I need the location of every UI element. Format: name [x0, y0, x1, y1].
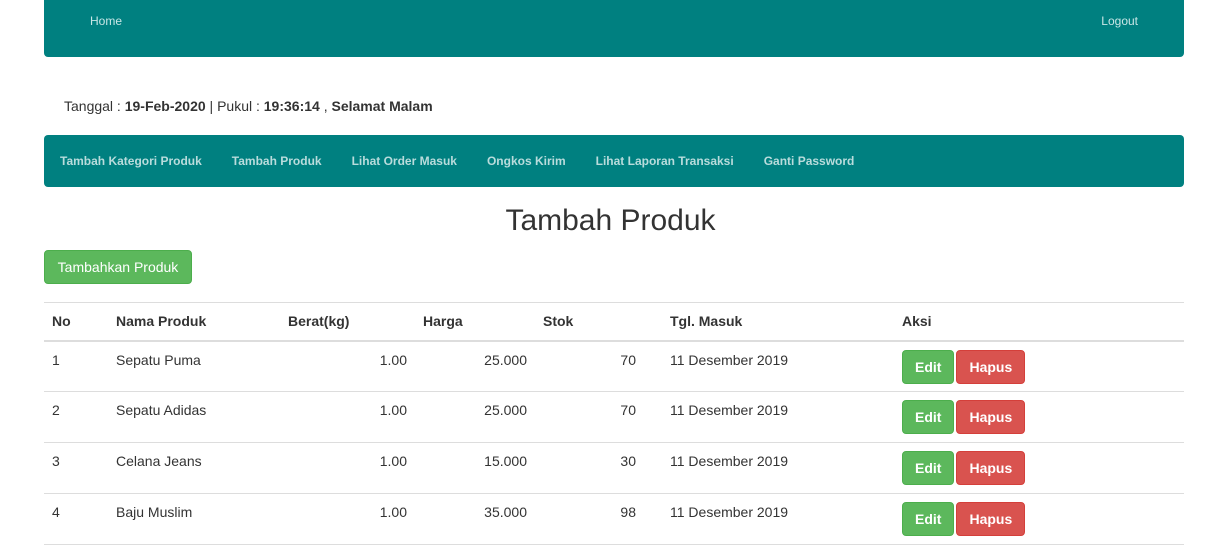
delete-button[interactable]: Hapus [956, 502, 1026, 536]
cell-berat: 1.00 [280, 391, 415, 443]
cell-tgl-masuk: 11 Desember 2019 [644, 442, 894, 494]
cell-stok: 70 [535, 391, 644, 443]
cell-aksi: Edit Hapus [894, 493, 1184, 545]
datetime-info: Tanggal : 19-Feb-2020 | Pukul : 19:36:14… [64, 98, 433, 114]
top-navbar: Home Logout [44, 0, 1184, 57]
edit-button[interactable]: Edit [902, 502, 955, 536]
table-header-row: No Nama Produk Berat(kg) Harga Stok Tgl.… [44, 302, 1184, 342]
greeting-separator: , [319, 98, 332, 114]
nav-tambah-kategori-produk[interactable]: Tambah Kategori Produk [60, 154, 202, 168]
cell-harga: 25.000 [415, 340, 535, 392]
add-product-button[interactable]: Tambahkan Produk [44, 250, 192, 284]
cell-berat: 1.00 [280, 493, 415, 545]
table-row: 4 Baju Muslim 1.00 35.000 98 11 Desember… [44, 493, 1184, 545]
cell-harga: 25.000 [415, 391, 535, 443]
cell-tgl-masuk: 11 Desember 2019 [644, 493, 894, 545]
header-harga: Harga [415, 302, 535, 342]
cell-no: 4 [44, 493, 108, 545]
home-link[interactable]: Home [90, 14, 122, 28]
edit-button[interactable]: Edit [902, 349, 955, 384]
nav-ongkos-kirim[interactable]: Ongkos Kirim [487, 154, 566, 168]
cell-harga: 15.000 [415, 442, 535, 494]
edit-button[interactable]: Edit [902, 451, 955, 485]
cell-tgl-masuk: 11 Desember 2019 [644, 391, 894, 443]
cell-stok: 98 [535, 493, 644, 545]
admin-menu: Tambah Kategori Produk Tambah Produk Lih… [44, 135, 1184, 187]
current-time: 19:36:14 [263, 98, 320, 114]
cell-nama-produk: Sepatu Adidas [108, 391, 280, 443]
cell-no: 1 [44, 340, 108, 392]
cell-nama-produk: Sepatu Puma [108, 340, 280, 392]
cell-nama-produk: Celana Jeans [108, 442, 280, 494]
nav-lihat-order-masuk[interactable]: Lihat Order Masuk [352, 154, 457, 168]
cell-no: 3 [44, 442, 108, 494]
page-title: Tambah Produk [505, 204, 716, 237]
table-row: 1 Sepatu Puma 1.00 25.000 70 11 Desember… [44, 340, 1184, 392]
cell-no: 2 [44, 391, 108, 443]
cell-aksi: Edit Hapus [894, 442, 1184, 494]
cell-stok: 70 [535, 340, 644, 392]
header-aksi: Aksi [894, 302, 1184, 342]
current-date: 19-Feb-2020 [124, 98, 206, 114]
cell-harga: 35.000 [415, 493, 535, 545]
cell-stok: 30 [535, 442, 644, 494]
product-table: No Nama Produk Berat(kg) Harga Stok Tgl.… [44, 302, 1184, 545]
nav-ganti-password[interactable]: Ganti Password [764, 154, 855, 168]
cell-berat: 1.00 [280, 442, 415, 494]
header-no: No [44, 302, 108, 342]
time-label: | Pukul : [205, 98, 264, 114]
delete-button[interactable]: Hapus [956, 451, 1026, 485]
table-row: 3 Celana Jeans 1.00 15.000 30 11 Desembe… [44, 442, 1184, 494]
nav-lihat-laporan-transaksi[interactable]: Lihat Laporan Transaksi [596, 154, 734, 168]
date-label: Tanggal : [64, 98, 125, 114]
header-tgl-masuk: Tgl. Masuk [644, 302, 894, 342]
cell-berat: 1.00 [280, 340, 415, 392]
cell-nama-produk: Baju Muslim [108, 493, 280, 545]
cell-aksi: Edit Hapus [894, 391, 1184, 443]
delete-button[interactable]: Hapus [956, 349, 1026, 384]
delete-button[interactable]: Hapus [956, 400, 1026, 434]
header-berat: Berat(kg) [280, 302, 415, 342]
edit-button[interactable]: Edit [902, 400, 955, 434]
header-stok: Stok [535, 302, 644, 342]
cell-tgl-masuk: 11 Desember 2019 [644, 340, 894, 392]
header-nama-produk: Nama Produk [108, 302, 280, 342]
product-table-container: No Nama Produk Berat(kg) Harga Stok Tgl.… [44, 302, 1184, 545]
logout-link[interactable]: Logout [1101, 14, 1138, 28]
cell-aksi: Edit Hapus [894, 340, 1184, 392]
greeting: Selamat Malam [331, 98, 433, 114]
table-row: 2 Sepatu Adidas 1.00 25.000 70 11 Desemb… [44, 391, 1184, 443]
nav-tambah-produk[interactable]: Tambah Produk [232, 154, 322, 168]
